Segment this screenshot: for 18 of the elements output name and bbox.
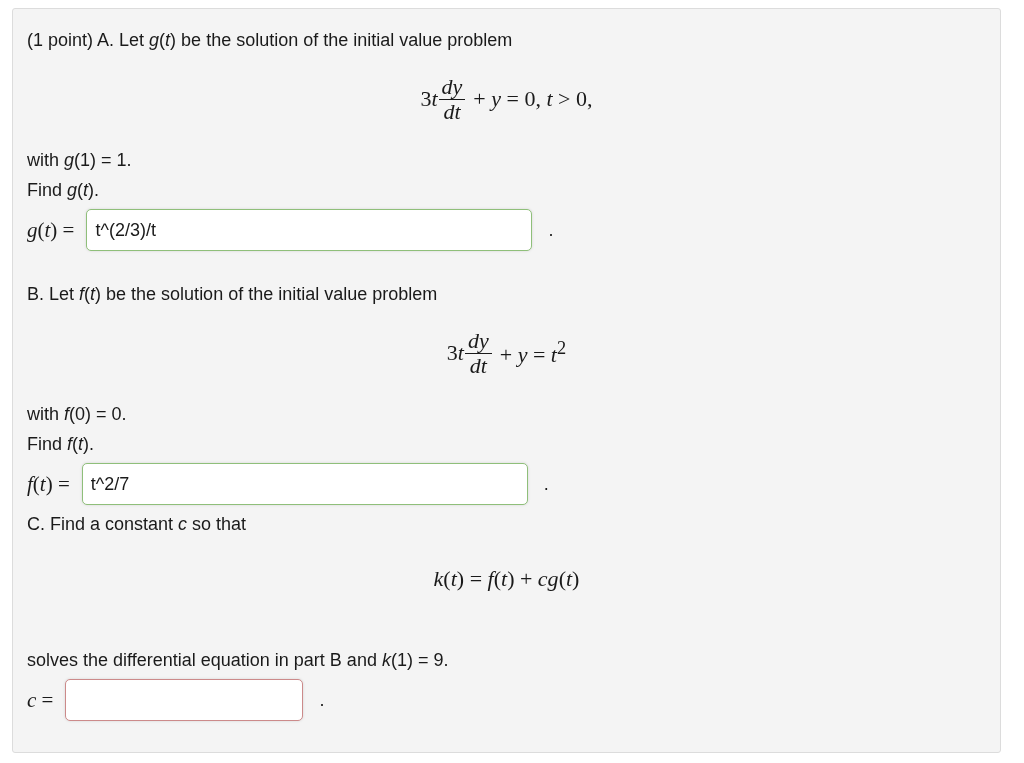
equation: k(t) = f(t) + cg(t) — [433, 566, 580, 592]
question-text: B. Let f(t) be the solution of the initial value problem — [27, 283, 439, 306]
answer-label: f(t) = — [27, 471, 70, 497]
period-mark: . — [548, 219, 554, 241]
answer-field[interactable]: t^2/7 — [81, 463, 528, 505]
question-text: with f(0) = 0. — [27, 403, 128, 426]
question-text: Find f(t). — [27, 433, 96, 456]
period-mark: . — [543, 473, 549, 495]
question-text: Find g(t). — [27, 179, 101, 202]
question-text: with g(1) = 1. — [27, 149, 133, 172]
question-text: (1 point) A. Let g(t) be the solution of the initial value problem — [27, 29, 514, 52]
period-mark: . — [319, 689, 325, 711]
answer-label: c = — [27, 687, 54, 713]
question-text: C. Find a constant c so that — [27, 513, 248, 536]
answer-label: g(t) = — [27, 217, 75, 243]
question-text: solves the differential equation in part B and k(1) = 9. — [27, 649, 450, 672]
answer-field[interactable]: t^(2/3)/t — [86, 209, 533, 251]
answer-field[interactable] — [65, 679, 304, 721]
